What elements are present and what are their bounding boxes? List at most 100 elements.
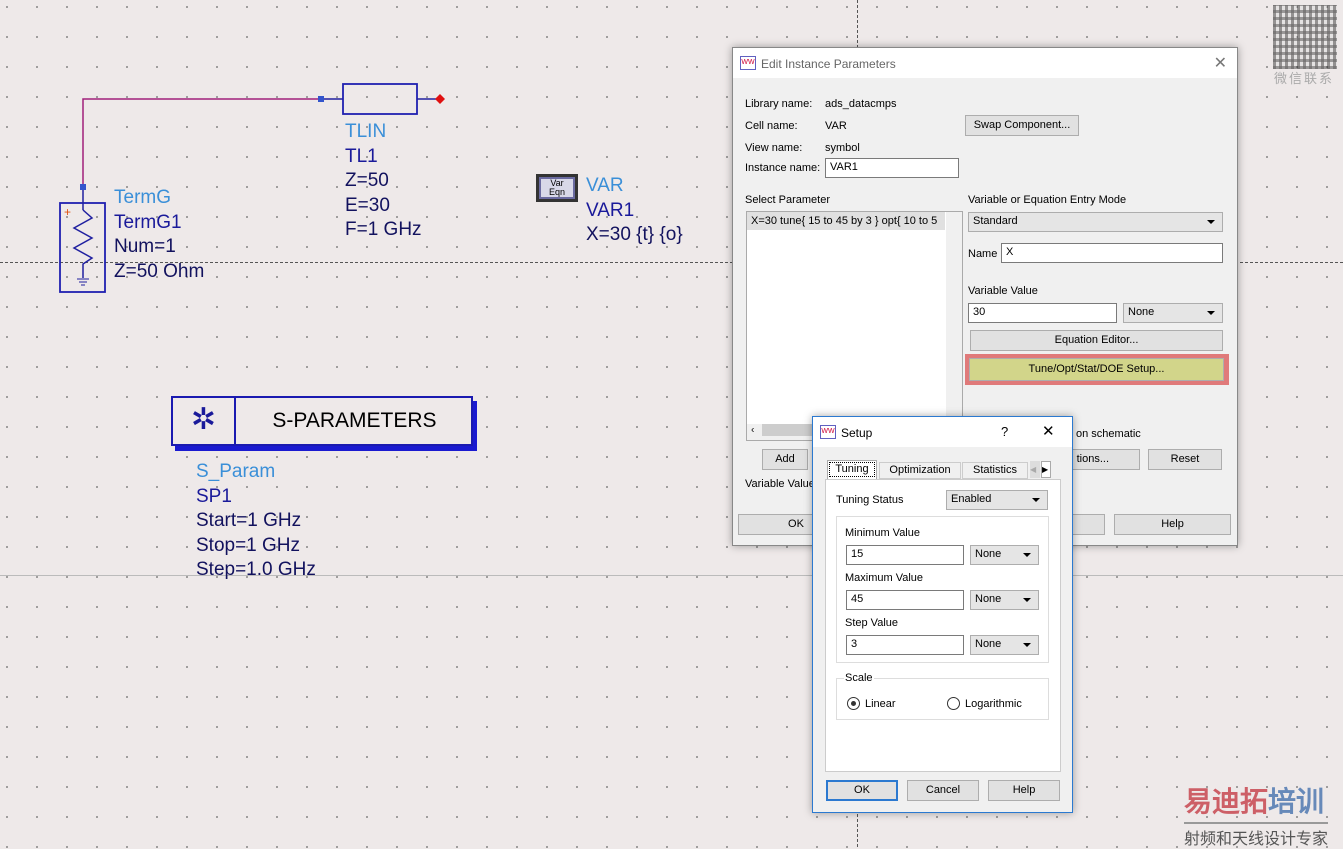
min-unit-select[interactable]: None bbox=[970, 545, 1039, 565]
library-value: ads_datacmps bbox=[825, 98, 897, 110]
var-eqn-icon[interactable]: Var Eqn bbox=[536, 174, 578, 202]
instance-label: Instance name: bbox=[745, 162, 821, 174]
linear-label: Linear bbox=[865, 698, 896, 710]
setup-dialog: WW Setup ? ✕ Tuning Optimization Statist… bbox=[812, 416, 1073, 813]
setup-cancel-button[interactable]: Cancel bbox=[907, 780, 979, 801]
sparam-labels[interactable]: S_Param SP1 Start=1 GHz Stop=1 GHz Step=… bbox=[196, 460, 316, 583]
tab-optimization[interactable]: Optimization bbox=[879, 462, 961, 479]
resistor-icon bbox=[72, 209, 94, 278]
qr-caption: 微信联系 bbox=[1274, 71, 1335, 86]
pin-termg bbox=[80, 184, 86, 190]
max-unit-select[interactable]: None bbox=[970, 590, 1039, 610]
sparam-stop: Stop=1 GHz bbox=[196, 534, 301, 556]
display-on-schematic-label: on schematic bbox=[1076, 428, 1141, 440]
sparam-step: Step=1.0 GHz bbox=[196, 559, 316, 580]
tab-bar: Tuning Optimization Statistics ◀ ▶ bbox=[825, 460, 1061, 479]
step-label: Step Value bbox=[845, 617, 899, 629]
termg-z: Z=50 Ohm bbox=[114, 260, 205, 282]
termg-name: TermG1 bbox=[114, 211, 182, 233]
termg-num: Num=1 bbox=[114, 236, 176, 257]
tab-scroll-right-icon[interactable]: ▶ bbox=[1041, 461, 1051, 478]
var-expr: X=30 {t} {o} bbox=[586, 224, 683, 245]
tlin-name: TL1 bbox=[345, 145, 378, 167]
wire bbox=[82, 98, 322, 186]
min-value-input[interactable]: 15 bbox=[846, 545, 964, 565]
linear-radio[interactable] bbox=[847, 697, 860, 710]
min-label: Minimum Value bbox=[845, 527, 920, 539]
instance-name-input[interactable]: VAR1 bbox=[825, 158, 959, 178]
view-value: symbol bbox=[825, 142, 860, 154]
max-label: Maximum Value bbox=[845, 572, 924, 584]
variable-value-bottom-label: Variable Value bbox=[745, 478, 815, 490]
entry-mode-select[interactable]: Standard bbox=[968, 212, 1223, 232]
tlin-body bbox=[342, 83, 418, 115]
qr-code-watermark bbox=[1273, 5, 1337, 69]
termg-type: TermG bbox=[114, 187, 171, 208]
dialog-title: Edit Instance Parameters bbox=[761, 57, 896, 71]
var-icon-line2: Eqn bbox=[548, 187, 565, 197]
parameter-list-item[interactable]: X=30 tune{ 15 to 45 by 3 } opt{ 10 to 5 bbox=[747, 212, 945, 230]
step-unit-select[interactable]: None bbox=[970, 635, 1039, 655]
sparam-gear-icon: ✲ bbox=[173, 398, 236, 444]
variable-value-input[interactable]: 30 bbox=[968, 303, 1117, 323]
var-labels[interactable]: VAR VAR1 X=30 {t} {o} bbox=[586, 174, 683, 248]
svg-text:+: + bbox=[64, 205, 71, 219]
help-button[interactable]: Help bbox=[1114, 514, 1231, 535]
tab-scroll-left-icon[interactable]: ◀ bbox=[1030, 461, 1040, 478]
equation-editor-button[interactable]: Equation Editor... bbox=[970, 330, 1223, 351]
scale-label: Scale bbox=[844, 672, 874, 684]
ads-app-icon: WW bbox=[820, 425, 836, 439]
brand-blue-text: 培训 bbox=[1268, 786, 1325, 817]
range-group: Minimum Value 15 None Maximum Value 45 N… bbox=[836, 516, 1049, 663]
tlin-f: F=1 GHz bbox=[345, 219, 422, 240]
tlin-labels[interactable]: TLIN TL1 Z=50 E=30 F=1 GHz bbox=[345, 120, 422, 243]
reset-button[interactable]: Reset bbox=[1148, 449, 1222, 470]
pin-tlin-in bbox=[318, 96, 324, 102]
var-type: VAR bbox=[586, 175, 624, 196]
tuning-status-label: Tuning Status bbox=[836, 494, 904, 506]
sparam-type: S_Param bbox=[196, 461, 276, 482]
name-label: Name bbox=[968, 248, 998, 260]
add-button[interactable]: Add bbox=[762, 449, 808, 470]
brand-red-text: 易迪拓 bbox=[1184, 786, 1269, 817]
setup-ok-button[interactable]: OK bbox=[826, 780, 898, 801]
brand-tagline: 射频和天线设计专家 bbox=[1184, 822, 1329, 849]
brand-watermark: 易迪拓培训 bbox=[1184, 786, 1324, 818]
pin-tlin-out bbox=[435, 94, 445, 104]
tune-opt-stat-doe-setup-button[interactable]: Tune/Opt/Stat/DOE Setup... bbox=[969, 358, 1224, 381]
cell-label: Cell name: bbox=[745, 120, 798, 132]
tlin-z: Z=50 bbox=[345, 170, 389, 191]
entry-mode-label: Variable or Equation Entry Mode bbox=[968, 194, 1127, 206]
dialog-titlebar[interactable]: WW Edit Instance Parameters ✕ bbox=[733, 48, 1237, 78]
sparam-start: Start=1 GHz bbox=[196, 510, 302, 531]
ads-app-icon: WW bbox=[740, 56, 756, 70]
tlin-type: TLIN bbox=[345, 121, 387, 142]
cell-value: VAR bbox=[825, 120, 847, 132]
close-icon[interactable]: ✕ bbox=[1214, 53, 1227, 73]
setup-titlebar[interactable]: WW Setup ? ✕ bbox=[813, 417, 1072, 447]
parameter-list[interactable]: X=30 tune{ 15 to 45 by 3 } opt{ 10 to 5 … bbox=[746, 211, 963, 441]
view-label: View name: bbox=[745, 142, 803, 154]
sparam-title: S-PARAMETERS bbox=[272, 409, 437, 432]
logarithmic-radio[interactable] bbox=[947, 697, 960, 710]
vertical-scrollbar[interactable] bbox=[946, 212, 962, 424]
variable-unit-select[interactable]: None bbox=[1123, 303, 1223, 323]
tab-tuning[interactable]: Tuning bbox=[827, 460, 877, 479]
close-icon[interactable]: ✕ bbox=[1042, 422, 1055, 440]
step-value-input[interactable]: 3 bbox=[846, 635, 964, 655]
library-label: Library name: bbox=[745, 98, 813, 110]
scale-group: Scale Linear Logarithmic bbox=[836, 672, 1049, 720]
max-value-input[interactable]: 45 bbox=[846, 590, 964, 610]
tlin-e: E=30 bbox=[345, 194, 390, 216]
var-name: VAR1 bbox=[586, 199, 635, 221]
help-question-icon[interactable]: ? bbox=[1001, 424, 1008, 439]
name-input[interactable]: X bbox=[1001, 243, 1223, 263]
setup-title: Setup bbox=[841, 426, 873, 440]
sparam-block[interactable]: ✲ S-PARAMETERS bbox=[171, 396, 479, 452]
swap-component-button[interactable]: Swap Component... bbox=[965, 115, 1079, 136]
tuning-status-select[interactable]: Enabled bbox=[946, 490, 1048, 510]
tab-statistics[interactable]: Statistics bbox=[962, 462, 1028, 479]
termg-labels[interactable]: TermG TermG1 Num=1 Z=50 Ohm bbox=[114, 186, 204, 284]
select-parameter-label: Select Parameter bbox=[745, 194, 830, 206]
setup-help-button[interactable]: Help bbox=[988, 780, 1060, 801]
